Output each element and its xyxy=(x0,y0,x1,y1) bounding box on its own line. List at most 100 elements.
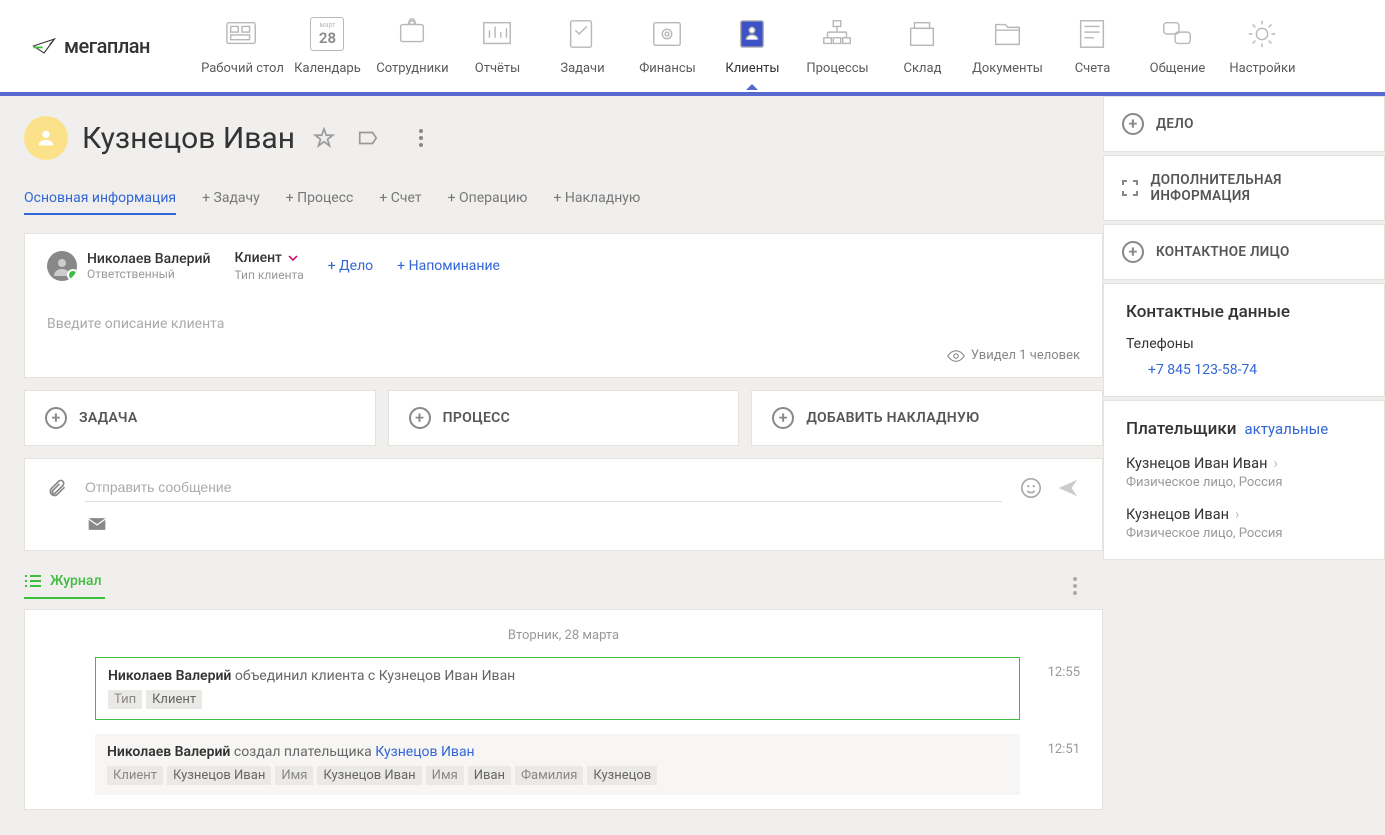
journal-header: Журнал xyxy=(24,573,1103,599)
dots-more-icon[interactable] xyxy=(415,125,427,151)
plus-icon: + xyxy=(1122,241,1144,263)
nav-процессы[interactable]: Процессы xyxy=(795,6,880,86)
nav-label: Склад xyxy=(904,61,942,76)
nav-клиенты[interactable]: Клиенты xyxy=(710,6,795,86)
log-tag: Кузнецов xyxy=(587,766,657,785)
add-reminder-link[interactable]: + Напоминание xyxy=(397,258,500,274)
payer-meta: Физическое лицо, Россия xyxy=(1126,475,1362,490)
nav-icon xyxy=(1243,17,1281,51)
nav-icon xyxy=(818,17,856,51)
nav-сотрудники[interactable]: Сотрудники xyxy=(370,6,455,86)
payers-heading: Плательщики xyxy=(1126,419,1236,439)
action-row: +ЗАДАЧА +ПРОЦЕСС +ДОБАВИТЬ НАКЛАДНУЮ xyxy=(24,390,1103,446)
nav-label: Общение xyxy=(1150,61,1206,76)
phone-link[interactable]: +7 845 123-58-74 xyxy=(1126,362,1362,378)
nav-label: Календарь xyxy=(294,61,361,76)
nav-счета[interactable]: Счета xyxy=(1050,6,1135,86)
journal-entry: Николаев Валерий объединил клиента с Куз… xyxy=(25,657,1102,720)
side-add-deal[interactable]: +ДЕЛО xyxy=(1103,96,1385,152)
nav-настройки[interactable]: Настройки xyxy=(1220,6,1305,86)
add-deal-link[interactable]: + Дело xyxy=(328,258,373,274)
client-avatar xyxy=(24,116,68,160)
nav-финансы[interactable]: Финансы xyxy=(625,6,710,86)
description-input[interactable]: Введите описание клиента xyxy=(25,298,1102,348)
journal-more-icon[interactable] xyxy=(1069,573,1081,599)
info-card: Николаев Валерий Ответственный Клиент Ти… xyxy=(24,233,1103,378)
seen-by[interactable]: Увидел 1 человек xyxy=(25,348,1102,377)
chevron-down-icon xyxy=(288,255,298,261)
log-tag: Иван xyxy=(468,766,511,785)
message-input[interactable] xyxy=(85,473,1002,502)
list-icon xyxy=(24,574,42,588)
journal-entry: Николаев Валерий создал плательщика Кузн… xyxy=(25,734,1102,795)
log-tag: Клиент xyxy=(146,690,202,709)
star-icon[interactable] xyxy=(309,123,339,153)
top-navigation: мегаплан Рабочий столмарт28Календарь Сотр… xyxy=(0,0,1385,96)
page-title: Кузнецов Иван xyxy=(82,121,295,156)
nav-задачи[interactable]: Задачи xyxy=(540,6,625,86)
add-process-button[interactable]: +ПРОЦЕСС xyxy=(388,390,740,446)
nav-label: Счета xyxy=(1075,61,1111,76)
contact-heading: Контактные данные xyxy=(1126,302,1362,322)
journal-date: Вторник, 28 марта xyxy=(25,628,1102,643)
payer-item[interactable]: Кузнецов Иван ›Физическое лицо, Россия xyxy=(1126,506,1362,541)
contact-data-section: Контактные данные Телефоны +7 845 123-58… xyxy=(1103,283,1385,397)
log-tag: Кузнецов Иван xyxy=(167,766,271,785)
nav-склад[interactable]: Склад xyxy=(880,6,965,86)
logo[interactable]: мегаплан xyxy=(30,32,150,60)
nav-icon xyxy=(478,17,516,51)
nav-рабочий-стол[interactable]: Рабочий стол xyxy=(200,6,285,86)
plus-icon: + xyxy=(772,407,794,429)
tab--накладную[interactable]: + Накладную xyxy=(553,190,640,215)
eye-icon xyxy=(947,350,965,362)
add-invoice-button[interactable]: +ДОБАВИТЬ НАКЛАДНУЮ xyxy=(751,390,1103,446)
chevron-right-icon: › xyxy=(1273,455,1277,472)
nav-label: Клиенты xyxy=(725,61,779,76)
expand-icon xyxy=(1122,179,1139,197)
plus-icon: + xyxy=(409,407,431,429)
nav-календарь[interactable]: март28Календарь xyxy=(285,6,370,86)
nav-документы[interactable]: Документы xyxy=(965,6,1050,86)
log-bubble[interactable]: Николаев Валерий объединил клиента с Куз… xyxy=(95,657,1020,720)
message-composer xyxy=(24,458,1103,551)
nav-icon xyxy=(1073,17,1111,51)
nav-label: Документы xyxy=(972,61,1043,76)
mail-icon[interactable] xyxy=(87,516,107,532)
nav-icon xyxy=(1158,17,1196,51)
send-icon[interactable] xyxy=(1056,477,1080,499)
journal-tab[interactable]: Журнал xyxy=(24,573,105,599)
emoji-icon[interactable] xyxy=(1020,477,1042,499)
nav-общение[interactable]: Общение xyxy=(1135,6,1220,86)
tab-основная-информация[interactable]: Основная информация xyxy=(24,190,176,215)
responsible-block[interactable]: Николаев Валерий Ответственный xyxy=(47,251,211,281)
add-task-button[interactable]: +ЗАДАЧА xyxy=(24,390,376,446)
client-type-label: Тип клиента xyxy=(235,268,304,282)
nav-отчёты[interactable]: Отчёты xyxy=(455,6,540,86)
nav-label: Сотрудники xyxy=(376,61,448,76)
client-header: Кузнецов Иван xyxy=(24,116,1103,160)
nav-label: Задачи xyxy=(560,61,604,76)
log-tag: Имя xyxy=(275,766,313,785)
payer-item[interactable]: Кузнецов Иван Иван ›Физическое лицо, Рос… xyxy=(1126,455,1362,490)
tag-icon[interactable] xyxy=(353,123,383,153)
log-tag: Тип xyxy=(108,690,142,709)
tab--счет[interactable]: + Счет xyxy=(379,190,421,215)
side-extra-info[interactable]: ДОПОЛНИТЕЛЬНАЯ ИНФОРМАЦИЯ xyxy=(1103,155,1385,221)
responsible-avatar xyxy=(47,251,77,281)
nav-label: Процессы xyxy=(806,61,868,76)
payer-meta: Физическое лицо, Россия xyxy=(1126,526,1362,541)
tab--задачу[interactable]: + Задачу xyxy=(202,190,260,215)
nav-icon xyxy=(223,17,261,51)
responsible-role: Ответственный xyxy=(87,267,211,281)
client-type-block[interactable]: Клиент Тип клиента xyxy=(235,250,304,282)
tab--процесс[interactable]: + Процесс xyxy=(286,190,354,215)
side-add-contact[interactable]: +КОНТАКТНОЕ ЛИЦО xyxy=(1103,224,1385,280)
payers-filter[interactable]: актуальные xyxy=(1244,420,1328,438)
log-bubble[interactable]: Николаев Валерий создал плательщика Кузн… xyxy=(95,734,1020,795)
nav-icon xyxy=(903,17,941,51)
chevron-right-icon: › xyxy=(1235,506,1239,523)
nav-label: Отчёты xyxy=(475,61,520,76)
nav-icon xyxy=(393,17,431,51)
attach-icon[interactable] xyxy=(47,477,67,499)
tab--операцию[interactable]: + Операцию xyxy=(448,190,528,215)
